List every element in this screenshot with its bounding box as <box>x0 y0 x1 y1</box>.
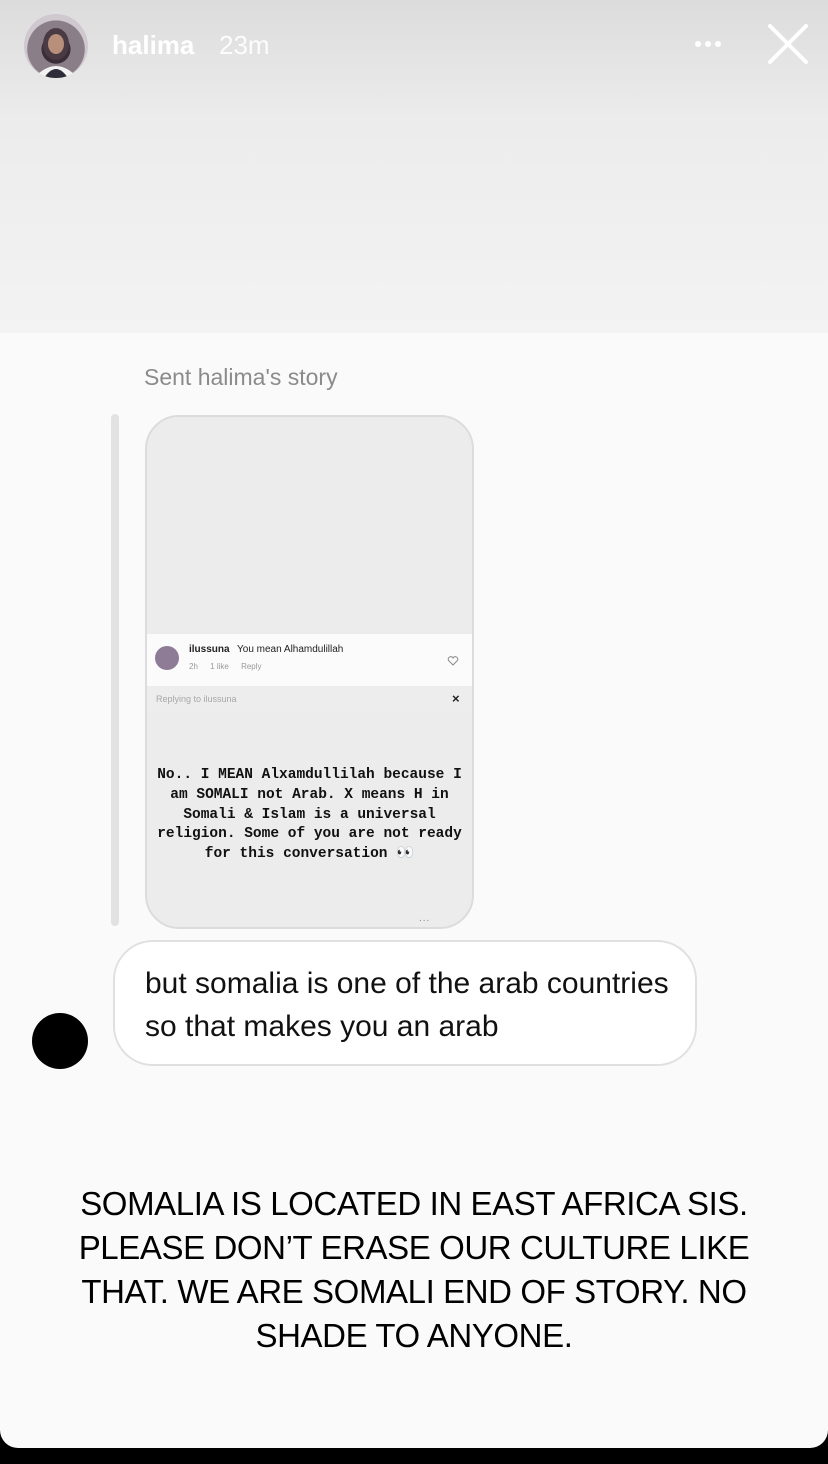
story-view: halima 23m Sent halima's story ilussuna … <box>0 0 828 1448</box>
shared-story-label: Sent halima's story <box>144 364 338 390</box>
more-horizontal-icon[interactable] <box>690 32 730 56</box>
comment-reply: Reply <box>241 662 262 671</box>
sender-avatar <box>32 1013 88 1069</box>
commenter-avatar <box>155 646 179 670</box>
comment-text: You mean Alhamdulillah <box>237 644 344 655</box>
comment-likes: 1 like <box>210 662 229 671</box>
username[interactable]: halima <box>112 30 194 61</box>
shared-story-preview[interactable]: ilussuna You mean Alhamdulillah 2h 1 lik… <box>145 415 474 929</box>
replying-to-bar: Replying to ilussuna × <box>147 686 472 712</box>
post-time: 23m <box>219 30 270 60</box>
commenter-username: ilussuna <box>189 644 230 655</box>
story-typed-text: No.. I MEAN Alxamdullilah because I am S… <box>157 767 462 863</box>
message-bubble: but somalia is one of the arab countries… <box>113 940 697 1066</box>
close-reply-icon: × <box>452 691 460 706</box>
heart-icon <box>447 654 459 666</box>
message-text: but somalia is one of the arab countries… <box>145 967 669 1043</box>
comment-row: ilussuna You mean Alhamdulillah 2h 1 lik… <box>147 634 472 686</box>
profile-avatar[interactable] <box>24 14 88 78</box>
quote-bar <box>111 414 119 926</box>
ellipsis: ... <box>419 913 431 924</box>
replying-to-text: Replying to ilussuna <box>156 694 237 704</box>
comment-meta: 2h 1 like Reply <box>189 662 272 671</box>
close-icon[interactable] <box>764 20 812 68</box>
story-caption: SOMALIA IS LOCATED IN EAST AFRICA SIS. P… <box>78 1185 750 1354</box>
comment-age: 2h <box>189 662 198 671</box>
story-header: halima 23m <box>0 0 828 90</box>
